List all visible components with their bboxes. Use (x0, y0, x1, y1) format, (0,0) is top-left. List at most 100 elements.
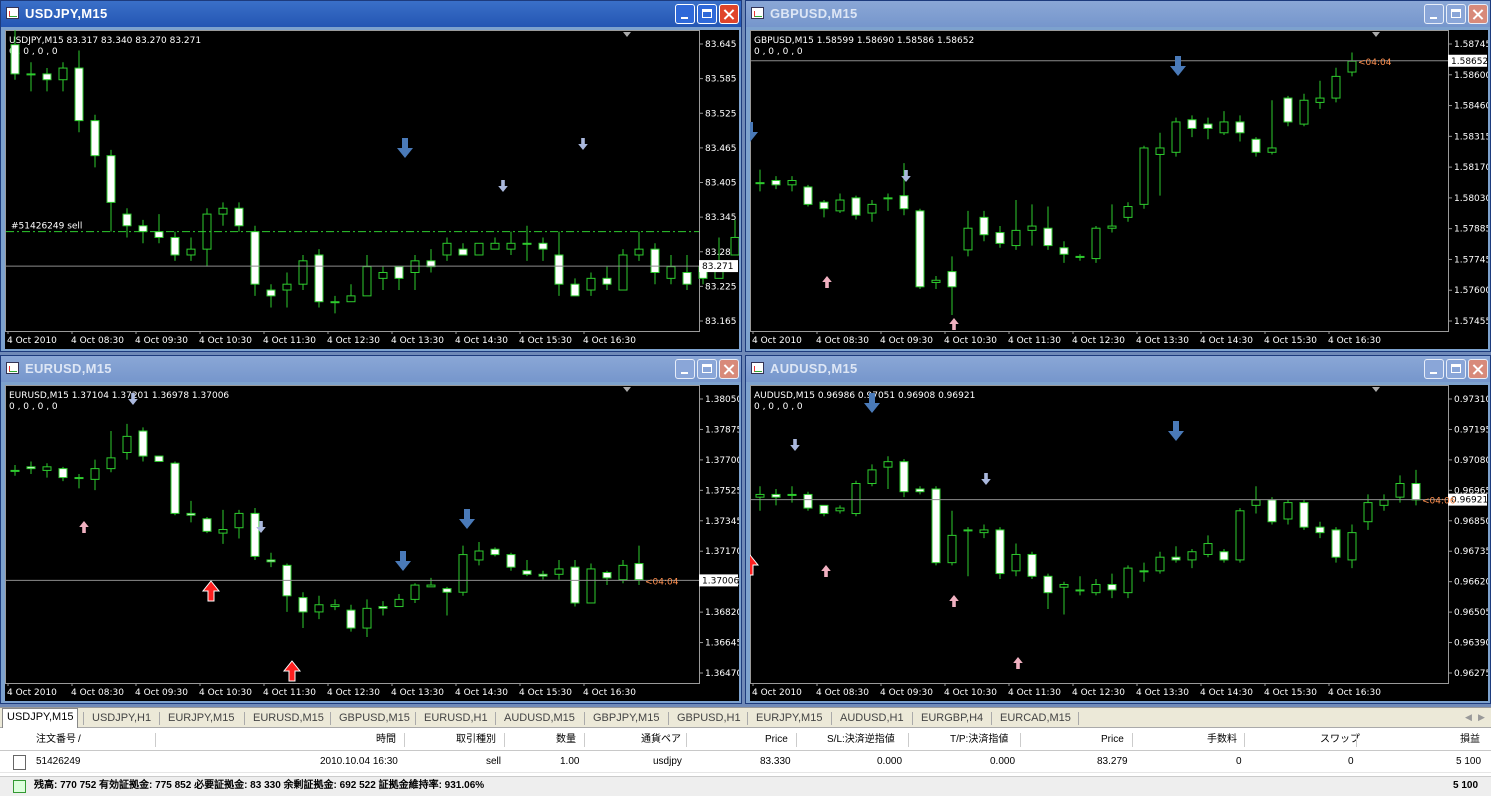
candle-bull (186, 248, 196, 256)
col-open-price[interactable]: Price (765, 730, 788, 750)
chart-canvas[interactable]: 83.645 83.585 83.525 83.465 83.405 83.345 83.2… (5, 30, 739, 349)
candle-bull (1363, 502, 1373, 523)
column-divider[interactable] (1020, 733, 1021, 747)
candle-bull (1235, 510, 1245, 561)
tab-gbpusd-h1[interactable]: GBPUSD,H1 (673, 710, 745, 727)
col-profit[interactable]: 損益 (1460, 730, 1480, 750)
tab-eurgbp-h4[interactable]: EURGBP,H4 (917, 710, 987, 727)
tab-eurusd-m15[interactable]: EURUSD,M15 (249, 710, 328, 727)
titlebar[interactable]: AUDUSD,M15 (746, 356, 1490, 382)
col-symbol[interactable]: 通貨ペア (641, 730, 681, 750)
column-divider[interactable] (504, 733, 505, 747)
minimize-button[interactable] (1424, 359, 1444, 379)
col-order-number[interactable]: 注文番号 (36, 730, 76, 750)
minimize-button[interactable] (675, 4, 695, 24)
candle-bull (1091, 227, 1101, 260)
col-stop-loss[interactable]: S/L:決済逆指値 (827, 730, 895, 750)
order-current-price: 83.279 (1097, 756, 1128, 767)
titlebar[interactable]: GBPUSD,M15 (746, 1, 1490, 27)
candle-bull (787, 493, 797, 496)
up-arrow-icon (1013, 657, 1023, 669)
tab-audusd-h1[interactable]: AUDUSD,H1 (836, 710, 908, 727)
column-divider[interactable] (1132, 733, 1133, 747)
candle-bull (330, 604, 340, 608)
current-price-label: 83.271 (702, 262, 734, 272)
column-divider[interactable] (1356, 733, 1357, 747)
order-stop-loss: 0.000 (877, 756, 903, 767)
candle-bear (979, 216, 989, 236)
minimize-button[interactable] (675, 359, 695, 379)
tab-usdjpy-h1[interactable]: USDJPY,H1 (88, 710, 155, 727)
candle-bear (915, 210, 925, 288)
column-divider[interactable] (908, 733, 909, 747)
candle-bull (666, 266, 676, 279)
tab-eurjpy-m15[interactable]: EURJPY,M15 (164, 710, 238, 727)
close-button[interactable] (1468, 4, 1488, 24)
window-eurusd[interactable]: EURUSD,M15 1.38050 1.37875 1.37700 1.37525 1… (0, 355, 742, 704)
col-take-profit[interactable]: T/P:決済指値 (950, 730, 1008, 750)
candle-bear (947, 271, 957, 288)
candle-bear (570, 283, 580, 297)
column-divider[interactable] (584, 733, 585, 747)
time-label: 4 Oct 11:30 (263, 688, 316, 698)
column-divider[interactable] (686, 733, 687, 747)
chart-info-indicator: 0 , 0 , 0 , 0 (754, 402, 803, 412)
candle-bear (266, 559, 276, 563)
col-swap[interactable]: スワップ (1320, 730, 1360, 750)
window-audusd[interactable]: AUDUSD,M15 0.97310 0.97195 0.97080 0.96965 0… (745, 355, 1491, 704)
chart-canvas[interactable]: 0.97310 0.97195 0.97080 0.96965 0.96850 0.967… (750, 385, 1488, 701)
candle-bull (1219, 121, 1229, 134)
time-label: 4 Oct 14:30 (1200, 688, 1253, 698)
time-label: 4 Oct 08:30 (71, 688, 124, 698)
col-current-price[interactable]: Price (1101, 730, 1124, 750)
col-time[interactable]: 時間 (376, 730, 396, 750)
candle-bull (442, 242, 452, 256)
tab-eurcad-m15[interactable]: EURCAD,M15 (996, 710, 1075, 727)
tab-eurusd-h1[interactable]: EURUSD,H1 (420, 710, 492, 727)
col-trade-type[interactable]: 取引種別 (456, 730, 496, 750)
column-divider[interactable] (404, 733, 405, 747)
tab-scroll-right-icon[interactable]: ▶ (1478, 712, 1488, 723)
maximize-button[interactable] (1446, 359, 1466, 379)
close-button[interactable] (719, 359, 739, 379)
time-label: 4 Oct 2010 (752, 688, 802, 698)
tab-eurjpy-m15-2[interactable]: EURJPY,M15 (752, 710, 826, 727)
window-usdjpy[interactable]: USDJPY,M15 83.645 83.585 83.525 83.465 83.40… (0, 0, 742, 352)
window-title: GBPUSD,M15 (770, 6, 858, 21)
maximize-button[interactable] (1446, 4, 1466, 24)
tab-scroll-left-icon[interactable]: ◀ (1465, 712, 1475, 723)
close-button[interactable] (719, 4, 739, 24)
tab-separator (912, 712, 913, 725)
order-open-price: 83.330 (760, 756, 791, 767)
candle-bull (947, 534, 957, 564)
candle-bear (346, 609, 356, 629)
tab-gbpusd-m15[interactable]: GBPUSD,M15 (335, 710, 414, 727)
column-divider[interactable] (1244, 733, 1245, 747)
tab-audusd-m15[interactable]: AUDUSD,M15 (500, 710, 579, 727)
time-label: 4 Oct 13:30 (391, 336, 444, 346)
titlebar[interactable]: EURUSD,M15 (1, 356, 741, 382)
tab-usdjpy-m15[interactable]: USDJPY,M15 (2, 708, 79, 729)
window-gbpusd[interactable]: GBPUSD,M15 1.58745 1.58600 1.58460 1.58315 1… (745, 0, 1491, 352)
maximize-button[interactable] (697, 4, 717, 24)
titlebar[interactable]: USDJPY,M15 (1, 1, 741, 27)
table-row[interactable]: 51426249 2010.10.04 16:30 sell 1.00 usdj… (0, 752, 1491, 773)
up-arrow-icon (821, 565, 831, 577)
price-label: 1.36820 (705, 608, 739, 618)
candle-bull (963, 227, 973, 251)
current-price-label: 1.58652 (1451, 57, 1488, 67)
tab-gbpjpy-m15[interactable]: GBPJPY,M15 (589, 710, 663, 727)
col-volume[interactable]: 数量 (556, 730, 576, 750)
minimize-button[interactable] (1424, 4, 1444, 24)
price-label: 83.225 (705, 282, 737, 292)
tab-separator (83, 712, 84, 725)
chart-canvas[interactable]: 1.38050 1.37875 1.37700 1.37525 1.37345 1.371… (5, 385, 739, 701)
chart-canvas[interactable]: 1.58745 1.58600 1.58460 1.58315 1.58170 1.580… (750, 30, 1488, 349)
column-divider[interactable] (155, 733, 156, 747)
candle-bear (154, 455, 164, 462)
column-divider[interactable] (796, 733, 797, 747)
maximize-button[interactable] (697, 359, 717, 379)
col-commission[interactable]: 手数料 (1207, 730, 1237, 750)
price-label: 1.58170 (1454, 163, 1488, 173)
close-button[interactable] (1468, 359, 1488, 379)
